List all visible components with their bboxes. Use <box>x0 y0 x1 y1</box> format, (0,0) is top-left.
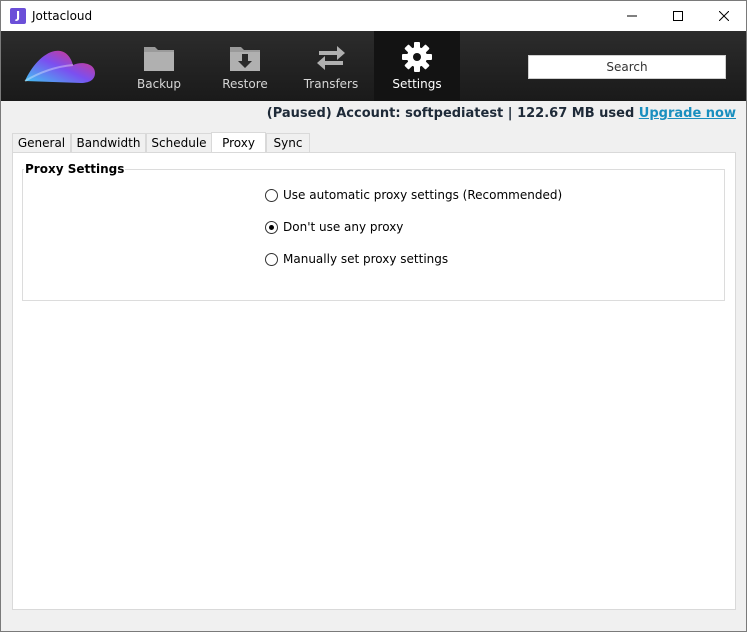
search-input[interactable]: Search <box>528 55 726 79</box>
radio-no-proxy-label: Don't use any proxy <box>283 220 404 234</box>
main-toolbar: Backup Restore Transfers Settings Search <box>1 31 746 101</box>
tab-content-panel: Proxy Settings Use automatic proxy setti… <box>12 152 736 610</box>
radio-automatic-proxy-label: Use automatic proxy settings (Recommende… <box>283 188 563 202</box>
app-window: J Jottacloud Backup Restore Transfers Se… <box>0 0 747 632</box>
account-status-text: (Paused) Account: softpediatest | 122.67… <box>266 106 635 121</box>
nav-restore-label: Restore <box>222 77 268 91</box>
proxy-settings-group: Proxy Settings Use automatic proxy setti… <box>22 162 725 301</box>
nav-backup-label: Backup <box>137 77 181 91</box>
close-icon <box>719 11 729 21</box>
window-title: Jottacloud <box>32 9 93 23</box>
maximize-button[interactable] <box>655 1 701 31</box>
radio-no-proxy-input[interactable] <box>265 221 278 234</box>
nav-backup[interactable]: Backup <box>116 31 202 101</box>
tab-bandwidth[interactable]: Bandwidth <box>71 133 146 152</box>
nav-transfers[interactable]: Transfers <box>288 31 374 101</box>
gear-icon <box>402 42 432 72</box>
jottacloud-logo-icon <box>24 50 95 83</box>
maximize-icon <box>673 11 683 21</box>
upgrade-now-link[interactable]: Upgrade now <box>639 106 736 121</box>
account-status: (Paused) Account: softpediatest | 122.67… <box>267 106 736 121</box>
app-logo-icon: J <box>10 8 26 24</box>
tab-general[interactable]: General <box>12 133 71 152</box>
tab-schedule[interactable]: Schedule <box>146 133 212 152</box>
tab-sync[interactable]: Sync <box>266 133 310 152</box>
nav-transfers-label: Transfers <box>303 77 359 91</box>
minimize-icon <box>627 15 637 17</box>
close-button[interactable] <box>701 1 746 31</box>
folder-icon <box>144 47 174 71</box>
nav-restore[interactable]: Restore <box>202 31 288 101</box>
radio-manual-proxy-label: Manually set proxy settings <box>283 252 449 266</box>
nav-settings[interactable]: Settings <box>374 31 460 101</box>
transfer-arrows-icon <box>317 46 345 70</box>
radio-automatic-proxy-input[interactable] <box>265 189 278 202</box>
title-bar: J Jottacloud <box>1 1 746 31</box>
radio-manual-proxy-input[interactable] <box>265 253 278 266</box>
tab-proxy[interactable]: Proxy <box>211 132 266 153</box>
minimize-button[interactable] <box>609 1 655 31</box>
proxy-settings-title: Proxy Settings <box>24 162 126 176</box>
nav-settings-label: Settings <box>392 77 442 91</box>
download-icon <box>230 47 260 71</box>
